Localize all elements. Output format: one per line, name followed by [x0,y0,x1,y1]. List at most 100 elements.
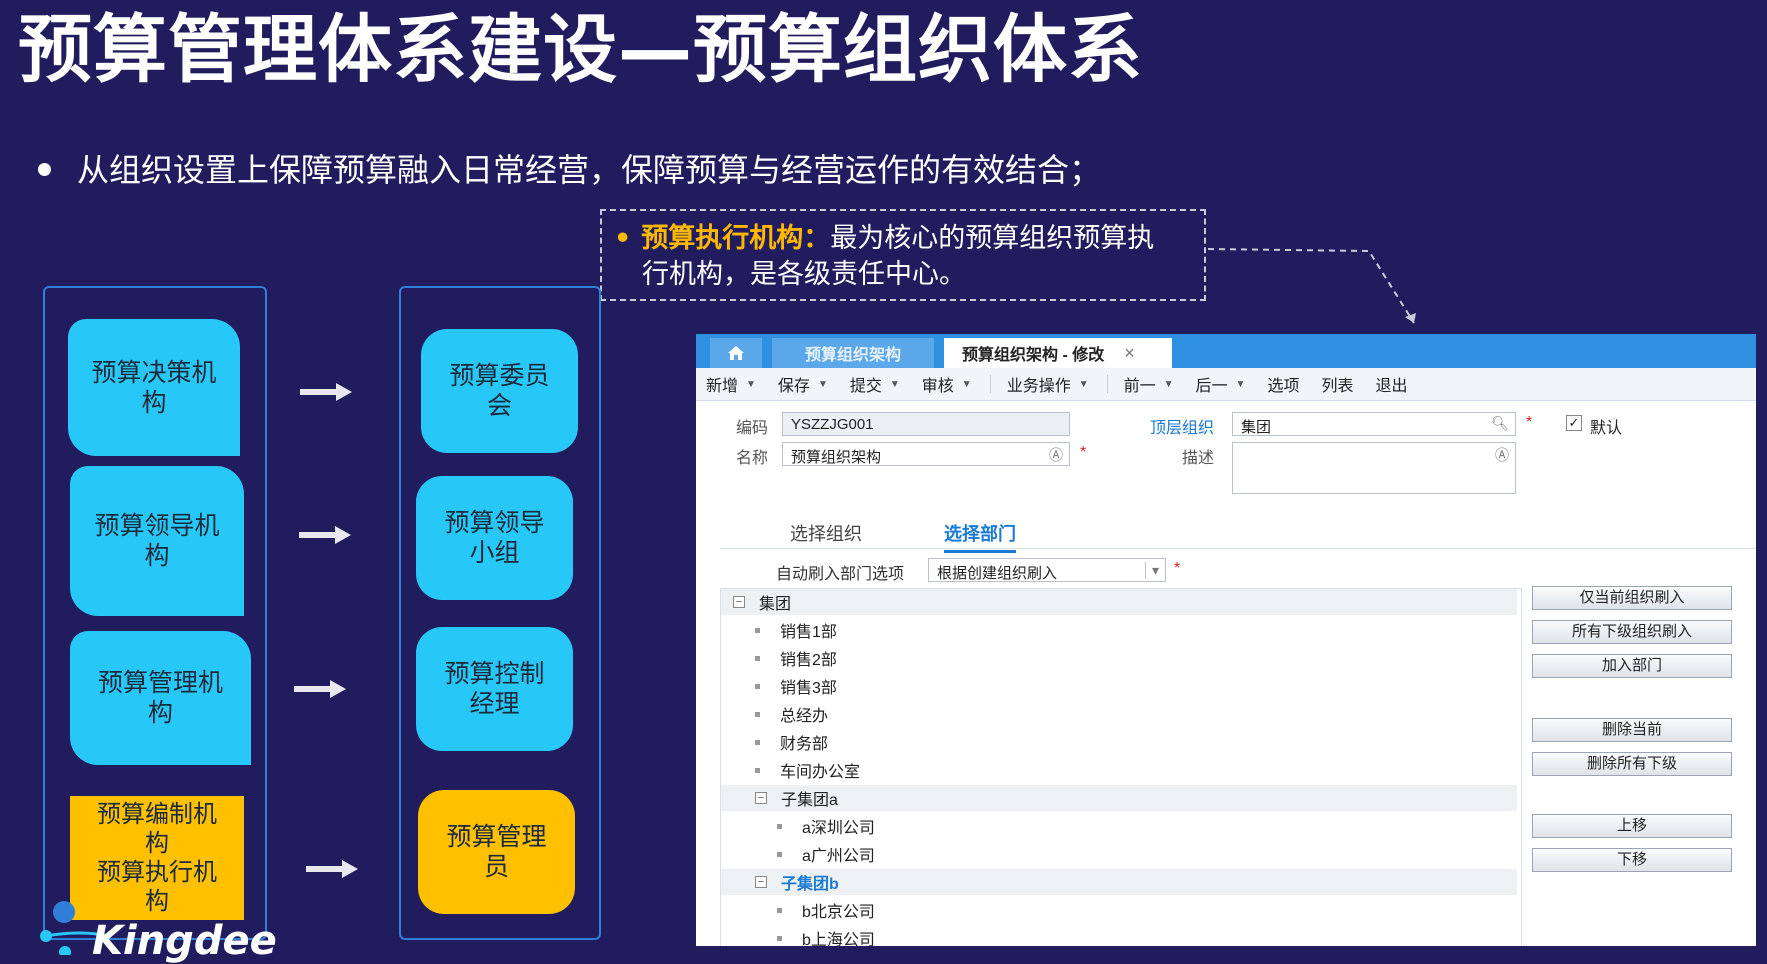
toolbar-options-button[interactable]: 选项 [1267,372,1299,396]
auto-fill-label: 自动刷入部门选项 [776,566,905,583]
name-value: 预算组织架构 [791,449,882,466]
tree-row[interactable]: b上海公司 [721,925,1517,946]
code-label: 编码 [736,420,769,437]
move-up-button[interactable]: 上移 [1532,814,1732,838]
collapse-toggle-icon[interactable]: − [733,596,745,608]
name-label: 名称 [736,450,769,467]
left-box-leadership: 预算领导机构 [70,466,244,616]
tab-bar: 预算组织架构 预算组织架构 - 修改 × [696,334,1756,368]
fill-current-org-button[interactable]: 仅当前组织刷入 [1532,586,1732,610]
callout-line-2: 行机构，是各级责任中心。 [614,257,1190,293]
tree-row[interactable]: 销售1部 [721,617,1517,643]
toolbar-audit-button[interactable]: 审核 ▼ [922,372,972,396]
toolbar-exit-button[interactable]: 退出 [1375,372,1407,396]
tree-row[interactable]: 车间办公室 [721,757,1517,783]
left-box-1-line1: 预算决策机 [91,357,217,387]
toolbar: 新增 ▼ 保存 ▼ 提交 ▼ 审核 ▼ 业务操作 ▼ 前一 ▼ 后一 ▼ 选项 列表 退出 [696,368,1756,401]
multilang-icon[interactable]: Ⓐ [1495,445,1509,465]
tab-home[interactable] [710,338,762,368]
tree-row[interactable]: b北京公司 [721,897,1517,923]
right-box-1-line2: 会 [486,391,512,420]
collapse-toggle-icon[interactable]: − [755,792,767,804]
caret-down-icon: ▼ [961,378,972,390]
tab-org-structure-edit[interactable]: 预算组织架构 - 修改 × [944,338,1172,368]
right-box-2-line1: 预算领导 [444,508,545,537]
bullet-dot-icon [38,162,51,176]
toolbar-next-button[interactable]: 后一 ▼ [1196,372,1246,396]
tree-row[interactable]: 销售2部 [721,645,1517,671]
tree-row[interactable]: 财务部 [721,729,1517,755]
tree-node-label: b上海公司 [802,932,875,946]
tree-row[interactable]: − 子集团a [721,785,1517,811]
desc-field[interactable]: Ⓐ [1232,442,1516,494]
right-box-1-line1: 预算委员 [449,361,550,390]
caret-down-icon: ▼ [1078,378,1089,390]
toolbar-list-button[interactable]: 列表 [1321,372,1353,396]
tree-leaf-dot-icon [755,655,760,661]
toolbar-prev-button[interactable]: 前一 ▼ [1124,372,1174,396]
toolbar-new-button[interactable]: 新增 ▼ [706,372,756,396]
move-down-button[interactable]: 下移 [1532,848,1732,872]
right-box-control-manager: 预算控制 经理 [416,627,573,751]
right-box-committee: 预算委员会 [421,329,578,453]
tree-node-label: 子集团b [781,876,839,893]
toolbar-label: 保存 [777,378,810,395]
required-mark: * [1174,560,1181,577]
tree-node-label: 总经办 [780,708,829,725]
arrow-right-icon [294,680,346,698]
toolbar-label: 后一 [1195,378,1228,395]
name-field[interactable]: 预算组织架构 Ⓐ [782,442,1070,466]
caret-down-icon: ▼ [889,378,900,390]
tree-node-label: b北京公司 [802,904,875,921]
multilang-icon[interactable]: Ⓐ [1049,445,1063,465]
default-checkbox[interactable]: ✓ [1566,415,1582,431]
arrow-right-icon [300,383,352,401]
left-box-1-line2: 构 [141,387,167,417]
left-box-decision: 预算决策机构 [68,319,240,456]
arrow-right-icon [299,526,351,544]
required-mark: * [1080,444,1087,461]
tree-row[interactable]: 销售3部 [721,673,1517,699]
delete-all-sub-button[interactable]: 删除所有下级 [1532,752,1732,776]
tree-leaf-dot-icon [755,627,760,633]
tree-row[interactable]: 总经办 [721,701,1517,727]
left-box-4-line1: 预算编制机 [97,800,217,828]
top-org-label[interactable]: 顶层组织 [1150,414,1214,438]
subtab-divider [720,548,1756,549]
tree-node-label: a广州公司 [802,848,875,865]
auto-fill-select[interactable]: 根据创建组织刷入 ▾ [928,558,1166,582]
right-box-4-line1: 预算管理 [446,822,547,851]
toolbar-business-ops-button[interactable]: 业务操作 ▼ [1007,372,1089,396]
tree-leaf-dot-icon [777,851,782,857]
toolbar-save-button[interactable]: 保存 ▼ [778,372,828,396]
arrow-right-icon [306,860,358,878]
tree-node-label: a深圳公司 [802,820,875,837]
tree-row[interactable]: a深圳公司 [721,813,1517,839]
tree-row[interactable]: − 子集团b [721,869,1517,895]
toolbar-label: 新增 [706,378,739,395]
tree-node-label: 销售2部 [780,652,837,669]
chevron-down-icon[interactable]: ▾ [1144,562,1159,579]
search-icon[interactable]: 🔍︎ [1491,415,1509,432]
delete-current-button[interactable]: 删除当前 [1532,718,1732,742]
close-icon[interactable]: × [1124,343,1135,364]
callout-box: • 预算执行机构：最为核心的预算组织预算执 行机构，是各级责任中心。 [600,209,1206,301]
tree-leaf-dot-icon [755,739,760,745]
tree-row[interactable]: − 集团 [721,589,1517,615]
left-box-4-line2: 构 [145,829,169,857]
fill-all-sub-orgs-button[interactable]: 所有下级组织刷入 [1532,620,1732,644]
collapse-toggle-icon[interactable]: − [755,876,767,888]
code-field[interactable]: YSZZJG001 [782,412,1070,436]
right-box-3-line1: 预算控制 [444,659,545,688]
subtab-select-org[interactable]: 选择组织 [790,520,862,546]
add-dept-button[interactable]: 加入部门 [1532,654,1732,678]
tree-row[interactable]: a广州公司 [721,841,1517,867]
left-box-3-line1: 预算管理机 [97,668,223,697]
tab-org-structure[interactable]: 预算组织架构 [772,338,934,368]
auto-fill-value: 根据创建组织刷入 [937,565,1058,582]
logo-text: Kingdee [92,918,277,964]
top-org-field[interactable]: 集团 🔍︎ [1232,412,1516,436]
tree-node-label: 集团 [759,596,792,613]
toolbar-submit-button[interactable]: 提交 ▼ [850,372,900,396]
right-box-4-line2: 员 [483,852,509,881]
